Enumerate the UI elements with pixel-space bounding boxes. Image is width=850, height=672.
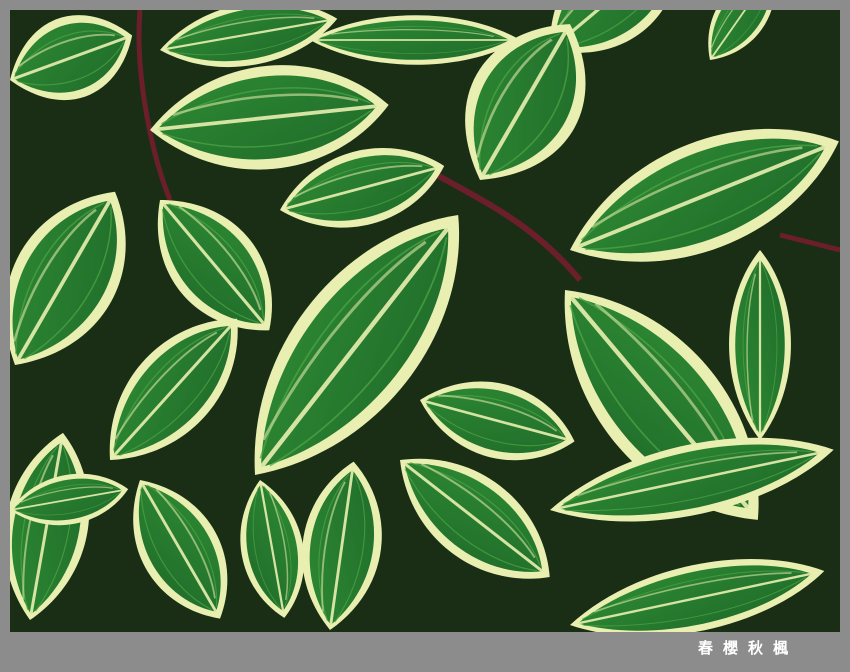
variegated-leaves-photo <box>10 10 840 632</box>
photo-caption: 春櫻秋楓 <box>697 639 798 657</box>
photo <box>10 10 840 632</box>
